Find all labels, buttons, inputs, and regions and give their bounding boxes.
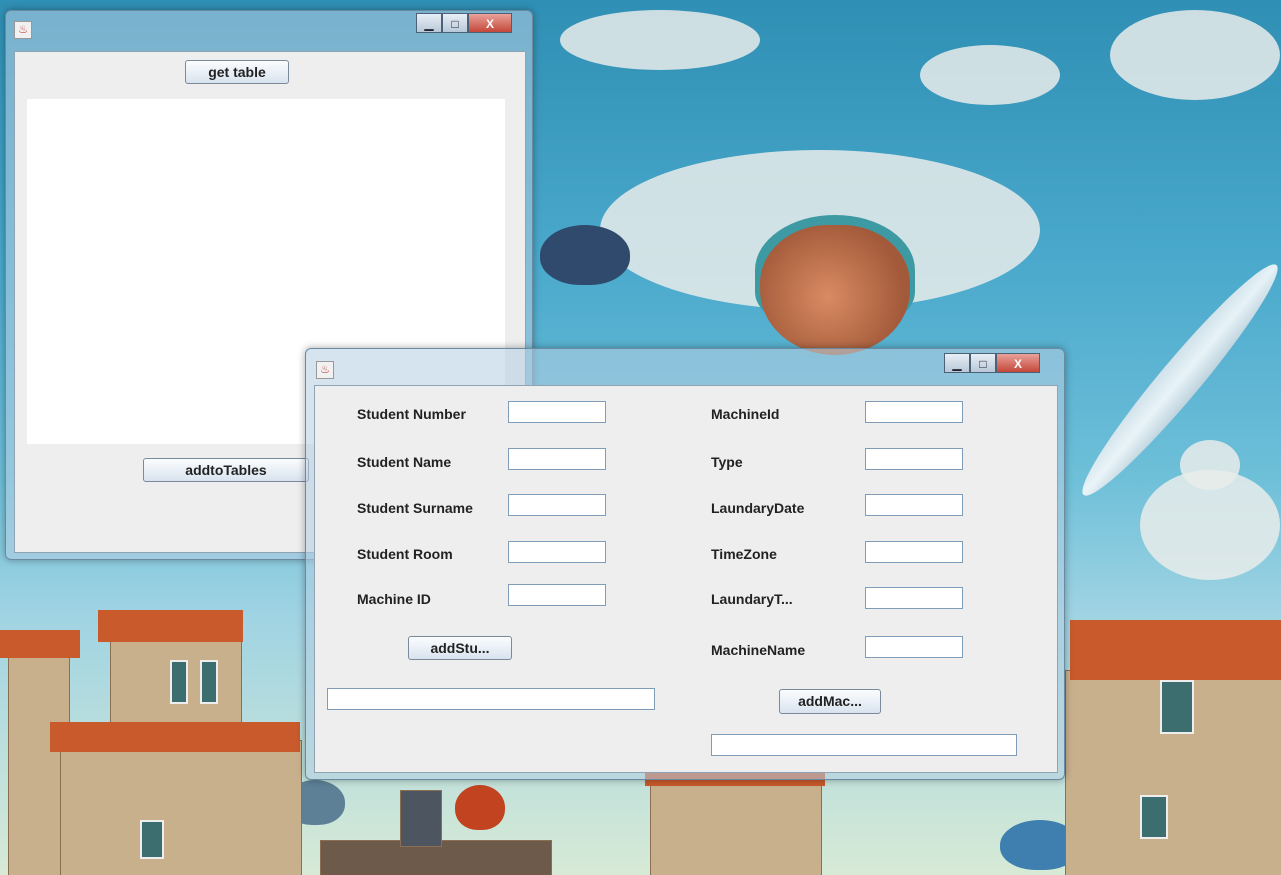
student-surname-label: Student Surname: [357, 500, 473, 516]
minimize-icon: ▁: [952, 357, 962, 371]
minimize-button[interactable]: ▁: [944, 353, 970, 373]
type-field[interactable]: [865, 448, 963, 470]
minimize-icon: ▁: [424, 17, 434, 31]
java-app-icon: ♨: [14, 21, 32, 39]
close-icon: X: [1013, 357, 1022, 371]
add-machine-button[interactable]: addMac...: [779, 689, 881, 714]
machine-id-label: Machine ID: [357, 591, 431, 607]
java-app-icon: ♨: [316, 361, 334, 379]
entry-window: ♨ ▁ □ X Student Number Student Name Stud…: [305, 348, 1065, 780]
type-label: Type: [711, 454, 743, 470]
maximize-icon: □: [451, 17, 459, 31]
add-to-tables-button[interactable]: addtoTables: [143, 458, 309, 482]
laundary-type-field[interactable]: [865, 587, 963, 609]
title-bar[interactable]: ♨ ▁ □ X: [6, 11, 532, 45]
student-output-field[interactable]: [327, 688, 655, 710]
student-number-label: Student Number: [357, 406, 466, 422]
laundary-type-label: LaundaryT...: [711, 591, 793, 607]
close-button[interactable]: X: [996, 353, 1040, 373]
student-surname-field[interactable]: [508, 494, 606, 516]
add-student-button[interactable]: addStu...: [408, 636, 512, 660]
time-zone-field[interactable]: [865, 541, 963, 563]
machine-name-label: MachineName: [711, 642, 806, 658]
get-table-button[interactable]: get table: [185, 60, 289, 84]
maximize-icon: □: [979, 357, 987, 371]
machine-output-field[interactable]: [711, 734, 1017, 756]
student-name-field[interactable]: [508, 448, 606, 470]
machine-id-right-label: MachineId: [711, 406, 780, 422]
window-controls: ▁ □ X: [416, 13, 512, 33]
machine-id-right-field[interactable]: [865, 401, 963, 423]
laundary-date-label: LaundaryDate: [711, 500, 805, 516]
machine-name-field[interactable]: [865, 636, 963, 658]
student-room-field[interactable]: [508, 541, 606, 563]
laundary-date-field[interactable]: [865, 494, 963, 516]
minimize-button[interactable]: ▁: [416, 13, 442, 33]
machine-id-field[interactable]: [508, 584, 606, 606]
maximize-button[interactable]: □: [442, 13, 468, 33]
close-button[interactable]: X: [468, 13, 512, 33]
close-icon: X: [485, 17, 494, 31]
entry-window-content: Student Number Student Name Student Surn…: [314, 385, 1058, 773]
student-room-label: Student Room: [357, 546, 453, 562]
student-number-field[interactable]: [508, 401, 606, 423]
time-zone-label: TimeZone: [711, 546, 777, 562]
student-name-label: Student Name: [357, 454, 452, 470]
title-bar[interactable]: ♨ ▁ □ X: [306, 349, 1064, 383]
maximize-button[interactable]: □: [970, 353, 996, 373]
window-controls: ▁ □ X: [944, 353, 1040, 373]
